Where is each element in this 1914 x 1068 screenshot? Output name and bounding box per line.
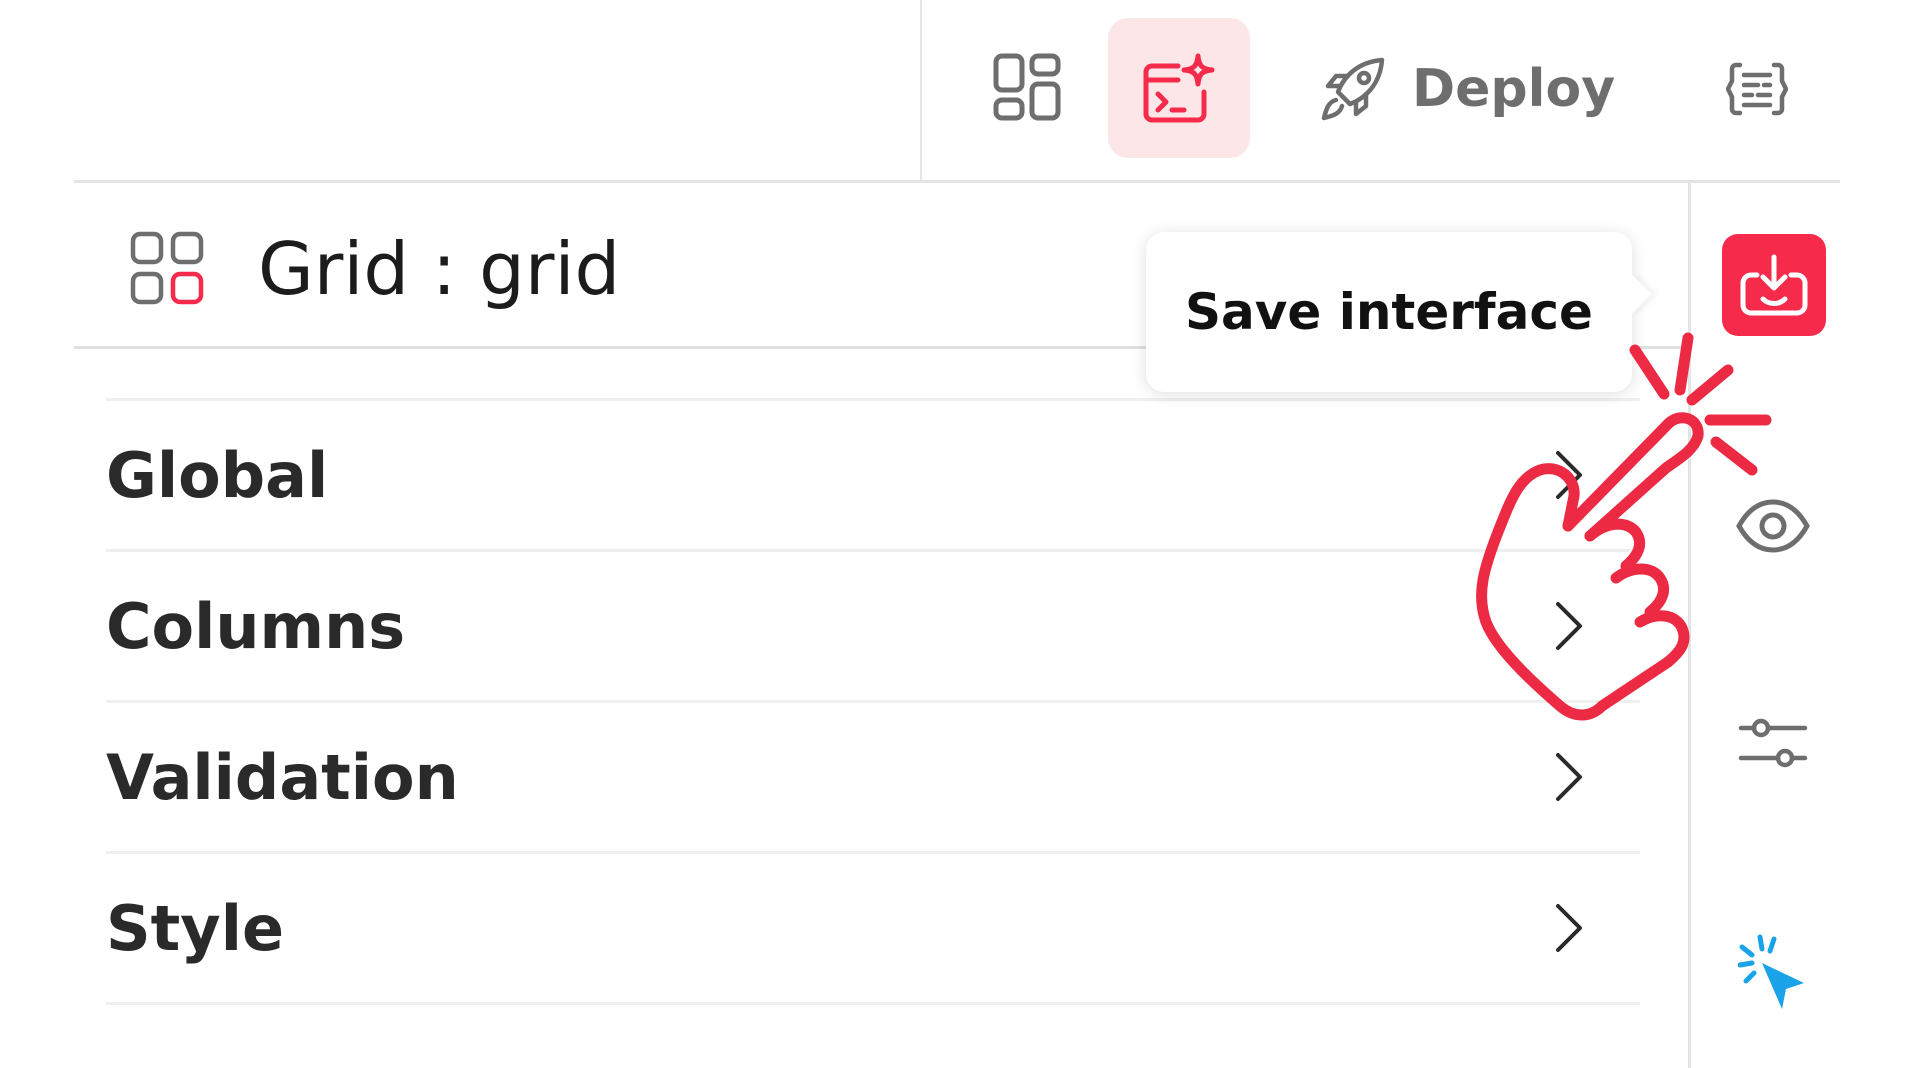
panel-title: Grid : grid	[258, 227, 621, 311]
toolbar-divider	[920, 0, 922, 182]
rocket-icon	[1321, 57, 1385, 121]
menu-item-style[interactable]: Style	[106, 854, 1640, 1005]
grid-component-icon	[130, 231, 204, 305]
tap-hand-icon	[1476, 332, 1772, 721]
chevron-right-icon	[1556, 904, 1582, 952]
menu-item-validation[interactable]: Validation	[106, 703, 1640, 854]
menu-item-label: Validation	[106, 740, 459, 814]
menu-item-label: Global	[106, 438, 329, 512]
pointer-click-icon	[1738, 934, 1804, 1009]
code-braces-icon	[1726, 62, 1788, 116]
deploy-label: Deploy	[1412, 59, 1616, 119]
settings-menu: Global Columns Validation Style	[106, 398, 1640, 1005]
save-interface-button[interactable]	[1722, 234, 1826, 336]
menu-item-label: Columns	[106, 589, 406, 663]
code-view-button[interactable]	[1712, 44, 1802, 134]
layout-grid-button[interactable]	[982, 42, 1072, 132]
save-download-icon	[1740, 254, 1808, 316]
ai-terminal-icon	[1143, 53, 1215, 123]
ai-terminal-button[interactable]	[1108, 18, 1250, 158]
chevron-right-icon	[1556, 753, 1582, 801]
tooltip-text: Save interface	[1185, 283, 1593, 341]
select-pointer-button[interactable]	[1730, 928, 1820, 1018]
deploy-button[interactable]: Deploy	[1320, 44, 1615, 134]
menu-item-columns[interactable]: Columns	[106, 552, 1640, 703]
menu-item-label: Style	[106, 891, 285, 965]
layout-grid-icon	[993, 53, 1061, 121]
menu-item-global[interactable]: Global	[106, 401, 1640, 552]
